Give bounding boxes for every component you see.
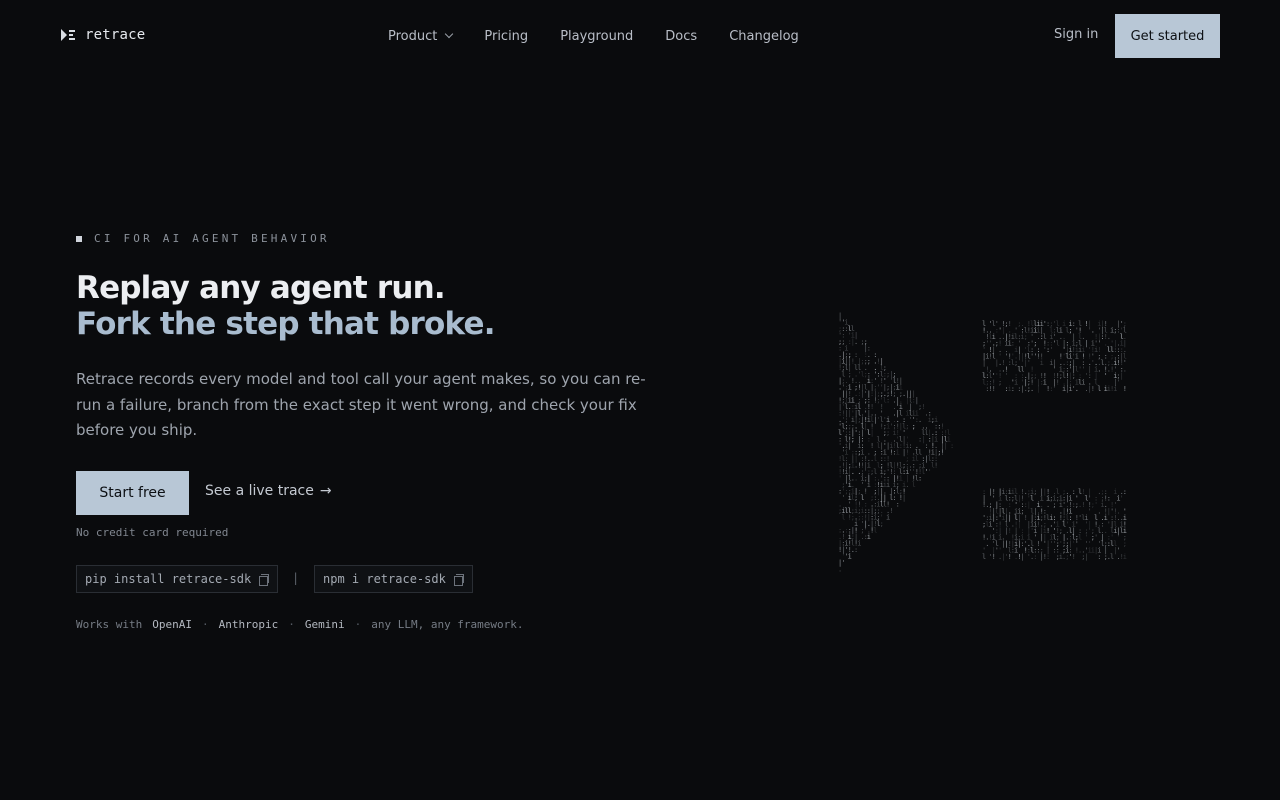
hero-title: Replay any agent run. Fork the step that…	[76, 270, 495, 342]
ascii-glyph: |	[902, 494, 906, 502]
pip-install-snippet[interactable]: pip install retrace-sdk	[76, 565, 279, 593]
nav-item-label: Docs	[665, 28, 698, 44]
nav-item-label: Playground	[560, 28, 634, 44]
ascii-glyph: !	[1123, 385, 1127, 393]
ascii-glyph: '	[1104, 372, 1108, 380]
eyebrow: CI FOR AI AGENT BEHAVIOR	[76, 232, 330, 245]
ascii-glyph: '	[1120, 495, 1124, 503]
ascii-glyph: i	[867, 533, 871, 541]
logo-text: retrace	[85, 27, 146, 43]
ascii-glyph: |	[1036, 385, 1040, 393]
ascii-glyph: !	[1008, 553, 1012, 561]
ascii-glyph: :	[896, 501, 900, 509]
top-nav: retrace Product Pricing Playground Docs …	[0, 0, 1280, 72]
ascii-glyph: '	[928, 468, 932, 476]
npm-install-snippet[interactable]: npm i retrace-sdk	[314, 565, 473, 593]
nav-item-pricing[interactable]: Pricing	[484, 29, 528, 44]
copy-icon[interactable]	[453, 573, 464, 586]
ascii-glyph: ;	[1052, 501, 1056, 509]
nav-item-docs[interactable]: Docs	[665, 29, 697, 44]
ascii-glyph: :	[886, 397, 890, 405]
ascii-glyph: !	[992, 553, 996, 561]
ascii-glyph: i	[886, 514, 890, 522]
ascii-glyph: .	[854, 338, 858, 346]
square-bullet-icon	[76, 235, 82, 242]
npm-install-text: npm i retrace-sdk	[323, 572, 446, 586]
ascii-glyph: .	[1030, 385, 1034, 393]
ascii-glyph: |	[1084, 553, 1088, 561]
works-with-suffix: any LLM, any framework.	[371, 618, 524, 631]
ascii-glyph: l	[841, 514, 845, 522]
ascii-glyph: !	[934, 462, 938, 470]
ascii-glyph: ;	[912, 423, 916, 431]
ascii-glyph: l	[1097, 385, 1101, 393]
ascii-glyph: :	[1033, 553, 1037, 561]
ascii-glyph: :	[854, 546, 858, 554]
ascii-glyph: i	[1123, 553, 1127, 561]
eyebrow-text: CI FOR AI AGENT BEHAVIOR	[94, 232, 330, 245]
ascii-glyph: !	[992, 385, 996, 393]
ascii-glyph: ;	[880, 520, 884, 528]
ascii-glyph: i	[848, 553, 852, 561]
nav-item-product[interactable]: Product	[388, 28, 454, 44]
ascii-glyph: !	[1072, 553, 1076, 561]
sign-in-link[interactable]: Sign in	[1054, 27, 1098, 42]
ascii-glyph: .	[838, 566, 842, 574]
dot-separator: ·	[201, 618, 209, 631]
works-with: Works with OpenAI · Anthropic · Gemini ·…	[76, 618, 524, 631]
ascii-glyph: :	[1097, 553, 1101, 561]
ascii-glyph: :	[1011, 385, 1015, 393]
brand-openai: OpenAI	[152, 618, 192, 631]
brand-gemini: Gemini	[304, 618, 345, 631]
live-trace-link[interactable]: See a live trace →	[205, 483, 332, 499]
ascii-glyph: ;	[998, 379, 1002, 387]
nav-item-label: Pricing	[484, 28, 529, 44]
dot-separator: ·	[354, 618, 362, 631]
arrow-right-icon: →	[319, 483, 332, 499]
logo[interactable]: retrace	[61, 27, 145, 43]
ascii-glyph: |	[1020, 553, 1024, 561]
hero-title-line2: Fork the step that broke.	[76, 306, 495, 342]
no-credit-card-note: No credit card required	[76, 526, 229, 539]
start-free-button[interactable]: Start free	[76, 471, 189, 515]
copy-icon[interactable]	[259, 573, 270, 586]
brand-anthropic: Anthropic	[218, 618, 279, 631]
nav-item-playground[interactable]: Playground	[560, 29, 633, 44]
dot-separator: ·	[288, 618, 295, 631]
ascii-glyph: !	[1091, 385, 1095, 393]
install-separator: |	[292, 571, 300, 585]
get-started-button[interactable]: Get started	[1115, 14, 1220, 58]
play-bars-icon	[61, 28, 75, 42]
nav-item-label: Changelog	[729, 28, 799, 44]
nav-item-label: Product	[388, 28, 438, 44]
hero-title-line1: Replay any agent run.	[76, 270, 446, 306]
ascii-glyph: :	[1046, 553, 1050, 561]
ascii-glyph: ;	[1123, 540, 1127, 548]
ascii-glyph: l	[1110, 553, 1114, 561]
ascii-glyph: '	[1049, 346, 1053, 354]
ascii-glyph: l	[1056, 340, 1060, 348]
ascii-glyph: :	[918, 475, 922, 483]
ascii-glyph: !	[940, 449, 944, 457]
ascii-play-fork-illustration: |''i;::ll':'i|;;:|.;;: i |:.|;;::.:|i||! |;…	[838, 312, 1127, 574]
works-with-prefix: Works with	[76, 618, 143, 631]
ascii-glyph: l	[873, 527, 877, 535]
hero-description: Retrace records every model and tool cal…	[76, 370, 646, 439]
ascii-glyph: i	[896, 449, 900, 457]
pip-install-text: pip install retrace-sdk	[85, 572, 252, 586]
ascii-glyph: i	[1113, 385, 1117, 393]
ascii-glyph: '	[1052, 385, 1056, 393]
ascii-glyph: '	[1004, 372, 1008, 380]
ascii-glyph: i	[1040, 359, 1044, 367]
ascii-glyph: l	[912, 481, 916, 489]
chevron-down-icon	[445, 29, 454, 39]
live-trace-label: See a live trace	[205, 483, 314, 499]
ascii-glyph: .	[1075, 385, 1079, 393]
ascii-glyph: :	[950, 442, 954, 450]
ascii-glyph: !	[1081, 501, 1085, 509]
nav-item-changelog[interactable]: Changelog	[729, 29, 799, 44]
ascii-glyph: l	[982, 553, 986, 561]
main-menu: Product Pricing Playground Docs Changelo…	[388, 0, 831, 72]
